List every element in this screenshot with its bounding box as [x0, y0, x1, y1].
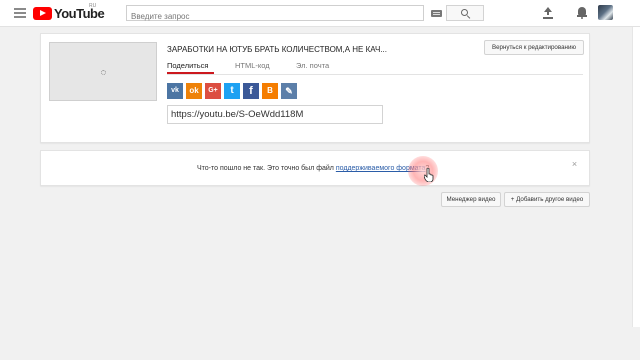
odnoklassniki-icon[interactable]: ok — [186, 83, 202, 99]
tab-email[interactable]: Эл. почта — [296, 61, 329, 70]
back-to-edit-button[interactable]: Вернуться к редактированию — [484, 40, 584, 55]
share-url-field[interactable]: https://youtu.be/S-OeWdd118M — [167, 105, 383, 124]
search-input[interactable] — [127, 9, 407, 24]
google-plus-icon[interactable]: G+ — [205, 83, 221, 99]
video-title: ЗАРАБОТКИ НА ЮТУБ БРАТЬ КОЛИЧЕСТВОМ,А НЕ… — [167, 45, 387, 54]
search-icon — [461, 9, 468, 16]
error-message: Что-то пошло не так. Это точно был файл … — [197, 165, 429, 172]
tab-embed[interactable]: HTML-код — [235, 61, 270, 70]
upload-icon[interactable] — [543, 7, 553, 19]
youtube-play-icon — [33, 6, 52, 20]
error-text-before: Что-то пошло не так. Это точно был файл — [197, 165, 336, 172]
keyboard-icon[interactable] — [431, 10, 442, 17]
social-share-row: vk ok G+ t f B ✎ — [167, 83, 300, 99]
tab-share[interactable]: Поделиться — [167, 61, 208, 70]
bell-icon[interactable] — [577, 6, 587, 19]
share-tabs: Поделиться HTML-код Эл. почта — [167, 60, 583, 75]
blogger-icon[interactable]: B — [262, 83, 278, 99]
avatar[interactable] — [598, 5, 613, 20]
hand-cursor-icon — [424, 168, 434, 182]
close-icon[interactable]: × — [570, 160, 579, 169]
search-button[interactable] — [446, 5, 484, 21]
video-manager-button[interactable]: Менеджер видео — [441, 192, 501, 207]
error-notice: Что-то пошло не так. Это точно был файл … — [40, 150, 590, 186]
livejournal-icon[interactable]: ✎ — [281, 83, 297, 99]
search-box — [126, 5, 424, 24]
add-another-video-button[interactable]: + Добавить другое видео — [504, 192, 590, 207]
loading-spinner-icon — [101, 70, 106, 75]
menu-icon[interactable] — [14, 8, 26, 18]
upload-card: ЗАРАБОТКИ НА ЮТУБ БРАТЬ КОЛИЧЕСТВОМ,А НЕ… — [40, 33, 590, 143]
vk-icon[interactable]: vk — [167, 83, 183, 99]
logo-text: YouTube — [54, 5, 105, 21]
scrollbar-thumb[interactable] — [632, 27, 640, 327]
facebook-icon[interactable]: f — [243, 83, 259, 99]
video-thumbnail — [49, 42, 157, 101]
twitter-icon[interactable]: t — [224, 83, 240, 99]
active-tab-indicator — [167, 72, 214, 74]
logo-region: RU — [89, 3, 97, 9]
